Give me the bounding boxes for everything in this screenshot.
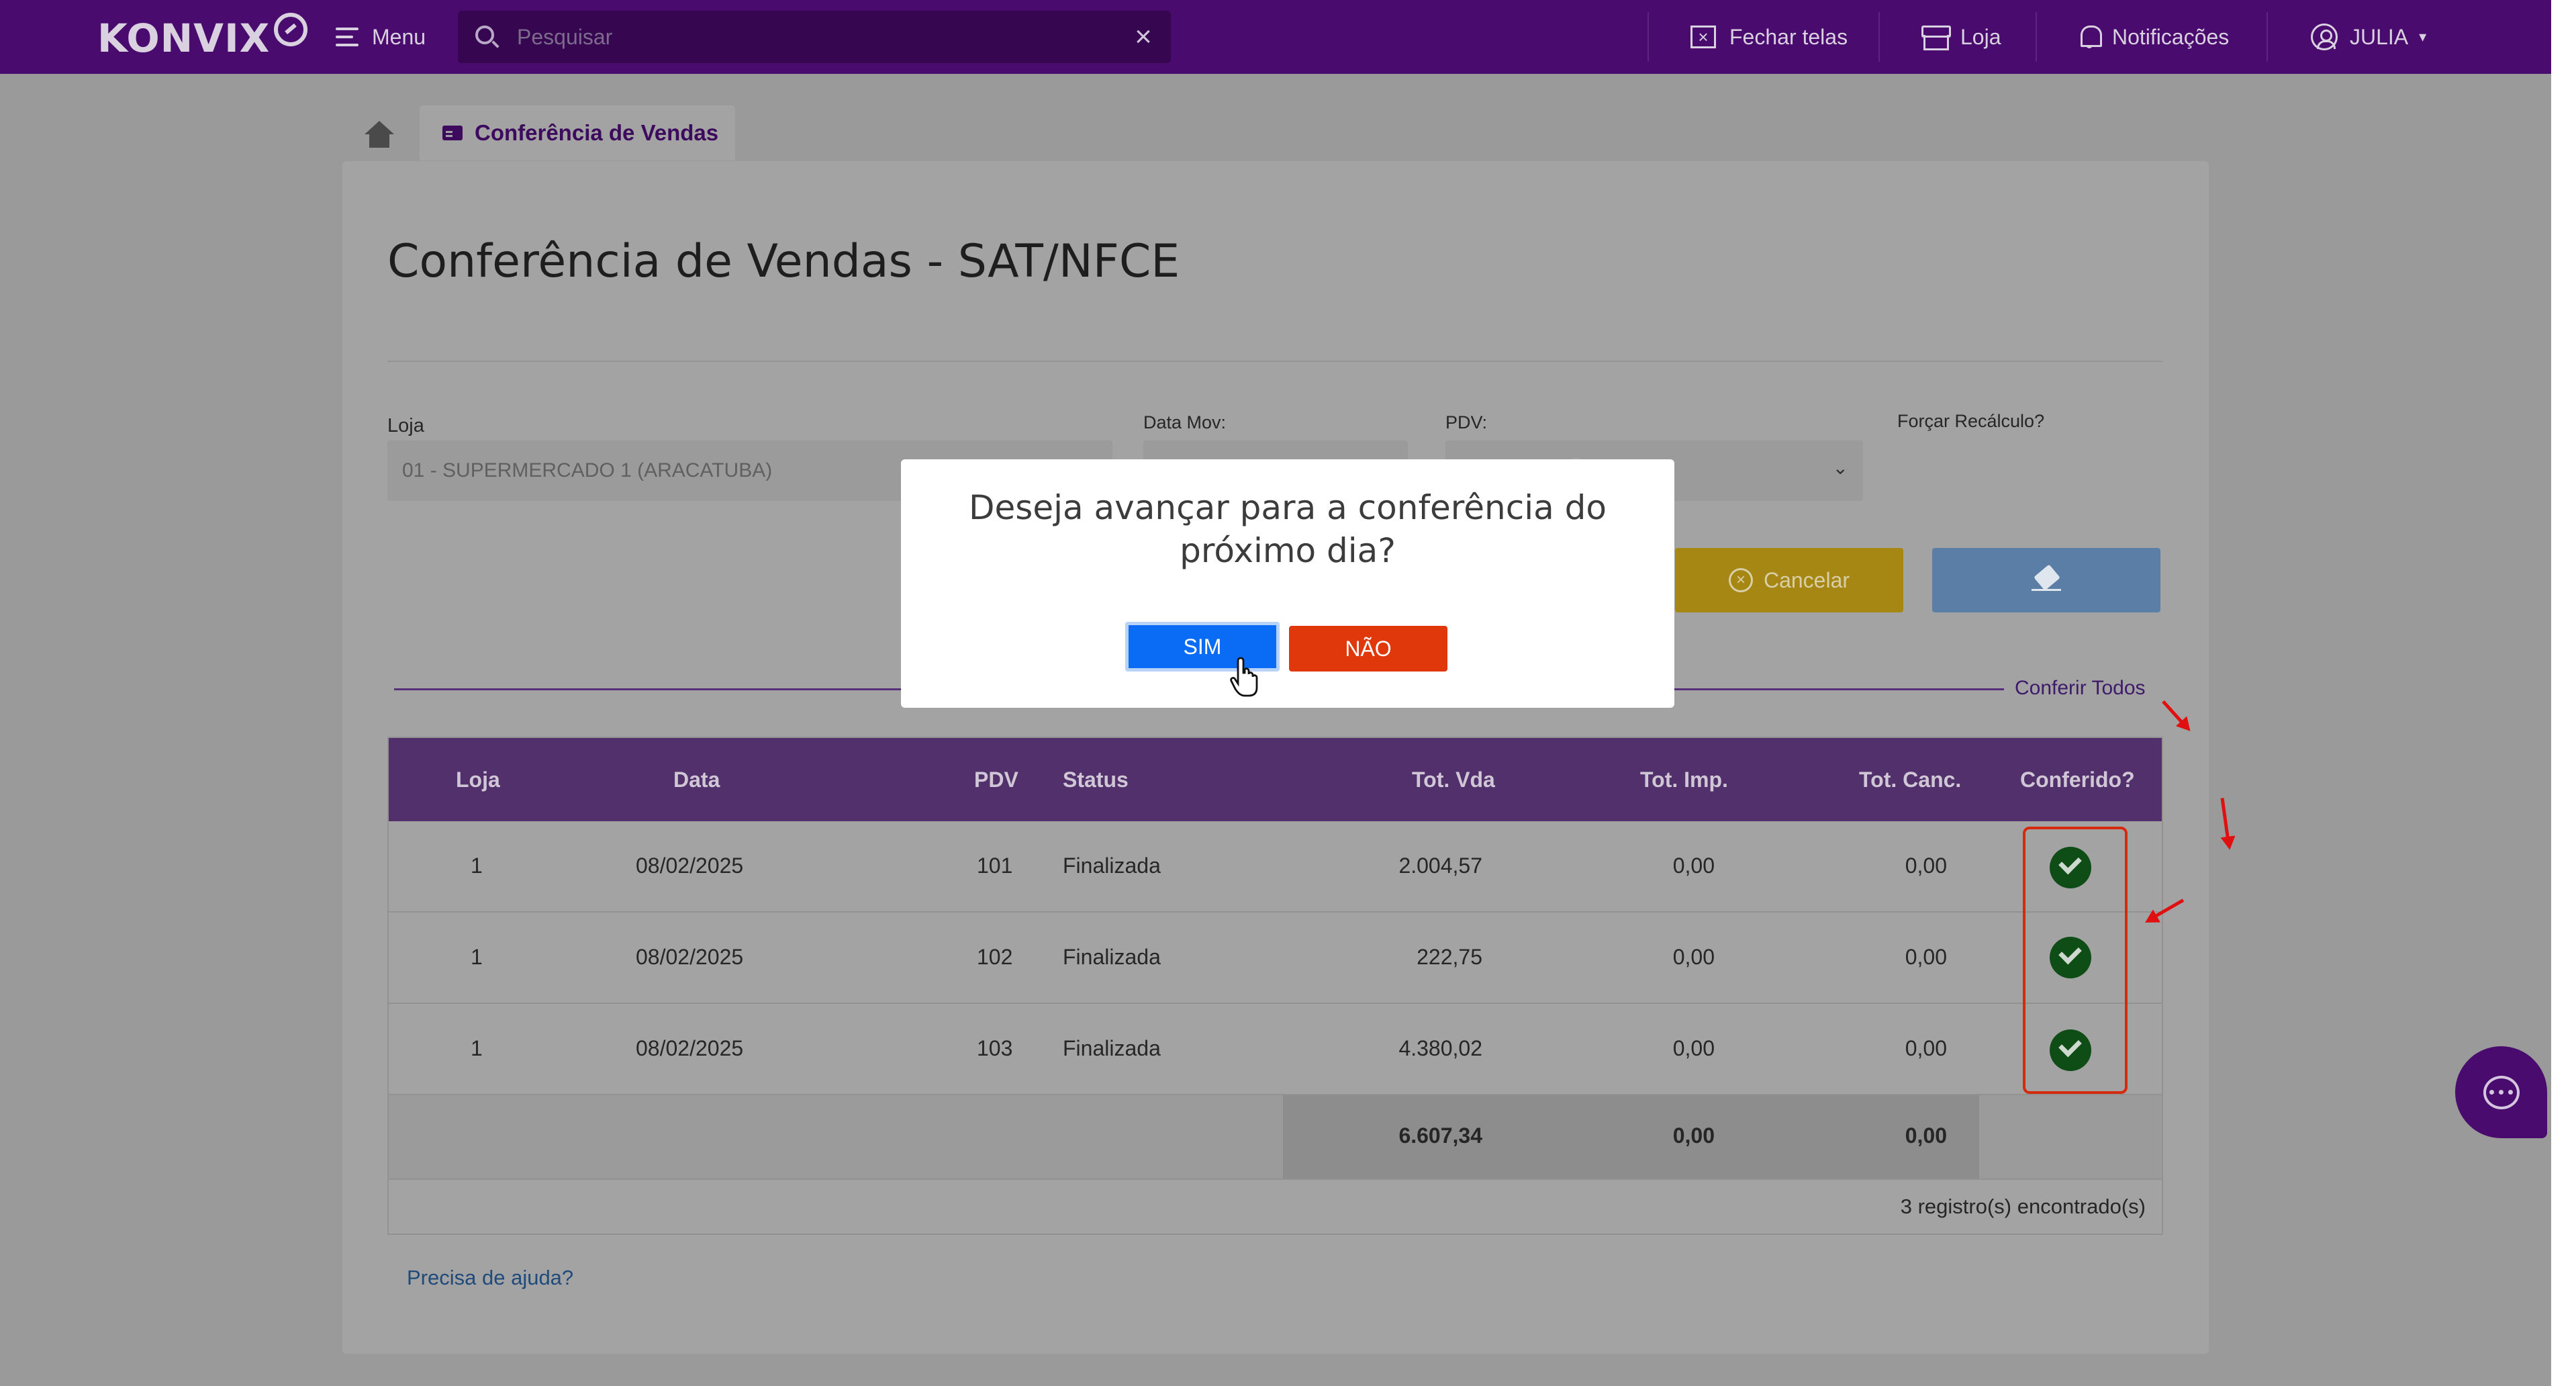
annotation-highlight-box bbox=[2023, 827, 2128, 1094]
close-window-icon: × bbox=[1690, 26, 1716, 48]
table-row[interactable]: 1 08/02/2025 103 Finalizada 4.380,02 0,0… bbox=[389, 1004, 2162, 1095]
notifications-label: Notificações bbox=[2112, 24, 2230, 49]
cell-tot-vda: 222,75 bbox=[1417, 945, 1482, 969]
chevron-down-icon: ▾ bbox=[2419, 28, 2427, 45]
data-mov-label: Data Mov: bbox=[1143, 412, 1227, 432]
header-loja: Loja bbox=[456, 768, 500, 792]
pdv-label: PDV: bbox=[1445, 412, 1488, 432]
page-title: Conferência de Vendas - SAT/NFCE bbox=[387, 235, 1180, 288]
main-card: Conferência de Vendas - SAT/NFCE Loja 01… bbox=[342, 161, 2209, 1354]
store-label: Loja bbox=[1960, 24, 2001, 49]
totals-row: 6.607,34 0,00 0,00 bbox=[389, 1095, 2162, 1179]
user-avatar-icon bbox=[2311, 24, 2338, 50]
cell-tot-imp: 0,00 bbox=[1672, 1036, 1715, 1060]
cell-tot-canc: 0,00 bbox=[1905, 945, 1947, 969]
cell-loja: 1 bbox=[471, 945, 483, 969]
confirm-dialog: Deseja avançar para a conferência do pró… bbox=[901, 459, 1674, 708]
card-icon bbox=[442, 126, 463, 140]
cell-tot-vda: 4.380,02 bbox=[1398, 1036, 1482, 1060]
search-box: × bbox=[458, 11, 1171, 63]
header-tot-canc: Tot. Canc. bbox=[1859, 768, 1962, 792]
chevron-down-icon: ⌄ bbox=[1832, 457, 1848, 478]
cell-loja: 1 bbox=[471, 1036, 483, 1060]
store-button[interactable]: Loja bbox=[1921, 20, 2001, 54]
divider bbox=[1878, 12, 1880, 62]
cell-pdv: 102 bbox=[977, 945, 1013, 969]
close-screens-button[interactable]: × Fechar telas bbox=[1690, 20, 1848, 54]
chat-bubble-icon bbox=[2483, 1075, 2520, 1109]
sales-table: Loja Data PDV Status Tot. Vda Tot. Imp. … bbox=[387, 737, 2163, 1235]
total-tot-imp: 0,00 bbox=[1672, 1123, 1715, 1148]
dialog-question: Deseja avançar para a conferência do pró… bbox=[969, 488, 1607, 570]
totals-highlight bbox=[1283, 1095, 1979, 1179]
divider bbox=[387, 361, 2163, 362]
no-button[interactable]: NÃO bbox=[1289, 626, 1447, 672]
total-tot-canc: 0,00 bbox=[1905, 1123, 1947, 1148]
cell-tot-canc: 0,00 bbox=[1905, 1036, 1947, 1060]
conferir-todos-link[interactable]: Conferir Todos bbox=[2004, 677, 2146, 700]
logo-text: KONVIX bbox=[97, 15, 271, 61]
loja-value: 01 - SUPERMERCADO 1 (ARACATUBA) bbox=[402, 459, 773, 481]
search-icon bbox=[475, 26, 494, 44]
table-footer: 3 registro(s) encontrado(s) bbox=[389, 1179, 2162, 1234]
eraser-icon bbox=[2032, 570, 2061, 591]
records-count: 3 registro(s) encontrado(s) bbox=[1900, 1195, 2146, 1218]
divider bbox=[2036, 12, 2037, 62]
table-row[interactable]: 1 08/02/2025 102 Finalizada 222,75 0,00 … bbox=[389, 913, 2162, 1004]
cancel-label: Cancelar bbox=[1763, 567, 1850, 592]
tab-label: Conferência de Vendas bbox=[475, 120, 719, 145]
header-tot-imp: Tot. Imp. bbox=[1640, 768, 1728, 792]
cell-status: Finalizada bbox=[1063, 1036, 1161, 1060]
clear-search-icon[interactable]: × bbox=[1129, 22, 1157, 52]
forcar-recalculo-label: Forçar Recálculo? bbox=[1897, 411, 2045, 431]
user-menu[interactable]: JULIA ▾ bbox=[2311, 20, 2426, 54]
chat-button[interactable] bbox=[2455, 1046, 2547, 1138]
header-data: Data bbox=[673, 768, 720, 792]
table-header: Loja Data PDV Status Tot. Vda Tot. Imp. … bbox=[389, 738, 2162, 821]
header-conferido: Conferido? bbox=[2020, 768, 2135, 792]
store-icon bbox=[1921, 26, 1951, 50]
user-name: JULIA bbox=[2350, 24, 2409, 49]
cell-status: Finalizada bbox=[1063, 853, 1161, 878]
cell-tot-vda: 2.004,57 bbox=[1398, 853, 1482, 878]
table-row[interactable]: 1 08/02/2025 101 Finalizada 2.004,57 0,0… bbox=[389, 821, 2162, 913]
clear-button[interactable] bbox=[1932, 548, 2160, 612]
top-navigation-bar: KONVIX Menu × × Fechar telas Loja Notifi… bbox=[0, 0, 2551, 74]
search-input[interactable] bbox=[517, 20, 1108, 54]
header-status: Status bbox=[1063, 768, 1129, 792]
help-link[interactable]: Precisa de ajuda? bbox=[407, 1266, 573, 1290]
home-tab[interactable] bbox=[356, 111, 403, 158]
annotation-arrow-icon bbox=[2220, 798, 2231, 847]
cancel-button[interactable]: × Cancelar bbox=[1675, 548, 1903, 612]
cell-tot-imp: 0,00 bbox=[1672, 945, 1715, 969]
cell-data: 08/02/2025 bbox=[636, 1036, 744, 1060]
divider bbox=[2267, 12, 2268, 62]
cell-data: 08/02/2025 bbox=[636, 945, 744, 969]
cell-pdv: 101 bbox=[977, 853, 1013, 878]
total-tot-vda: 6.607,34 bbox=[1398, 1123, 1482, 1148]
close-screens-label: Fechar telas bbox=[1729, 24, 1848, 49]
header-pdv: PDV bbox=[974, 768, 1018, 792]
bell-icon bbox=[2079, 26, 2102, 48]
cell-data: 08/02/2025 bbox=[636, 853, 744, 878]
logo-mark-icon bbox=[274, 13, 308, 46]
menu-button[interactable]: Menu bbox=[330, 20, 426, 54]
divider bbox=[1648, 12, 1649, 62]
home-icon bbox=[365, 121, 394, 148]
cell-pdv: 103 bbox=[977, 1036, 1013, 1060]
cancel-circle-icon: × bbox=[1728, 568, 1753, 592]
tab-conferencia-de-vendas[interactable]: Conferência de Vendas bbox=[420, 105, 735, 160]
cell-loja: 1 bbox=[471, 853, 483, 878]
pointer-hand-cursor-icon bbox=[1230, 657, 1258, 697]
menu-label: Menu bbox=[372, 24, 426, 49]
cell-tot-canc: 0,00 bbox=[1905, 853, 1947, 878]
cell-status: Finalizada bbox=[1063, 945, 1161, 969]
konvix-logo[interactable]: KONVIX bbox=[97, 13, 308, 62]
header-tot-vda: Tot. Vda bbox=[1412, 768, 1495, 792]
notifications-button[interactable]: Notificações bbox=[2079, 20, 2229, 54]
menu-icon bbox=[330, 26, 359, 48]
loja-label: Loja bbox=[387, 415, 424, 436]
cell-tot-imp: 0,00 bbox=[1672, 853, 1715, 878]
window-edge bbox=[2551, 0, 2576, 1386]
